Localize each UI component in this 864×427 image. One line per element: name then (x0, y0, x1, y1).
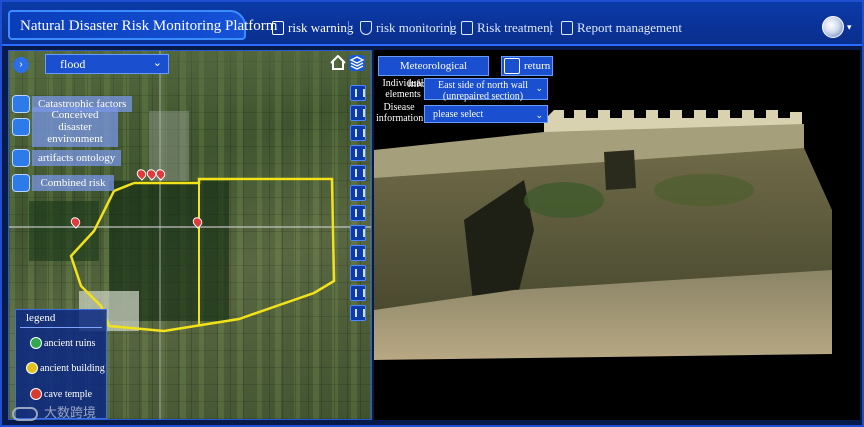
page-title: Natural Disaster Risk Monitoring Platfor… (20, 18, 278, 34)
watermark: 大数跨境 (12, 402, 96, 421)
bar-chart-icon[interactable] (350, 205, 366, 221)
user-avatar-icon[interactable] (822, 16, 844, 38)
top-header: Natural Disaster Risk Monitoring Platfor… (2, 2, 862, 46)
filter-icon[interactable] (350, 125, 366, 141)
ruler-icon[interactable] (350, 85, 366, 101)
hazard-select-value: flood (60, 57, 86, 71)
hazard-type-select[interactable]: flood ⌄ (45, 54, 169, 74)
panel-toggle-icon[interactable]: › (13, 57, 29, 73)
disease-information-select[interactable]: please select ⌄ (424, 105, 548, 123)
home-icon[interactable] (330, 55, 346, 70)
ontology-icon (12, 149, 30, 167)
nav-divider (550, 21, 551, 35)
ancient-building-icon (26, 362, 38, 374)
phone-warning-icon (272, 21, 284, 35)
layers-icon[interactable] (349, 55, 365, 71)
chevron-down-icon: ⌄ (535, 110, 543, 120)
legend-label: ancient building (40, 362, 105, 374)
grid-dots-icon[interactable] (350, 225, 366, 241)
model-viewer[interactable]: Meteorological information return Indivi… (374, 50, 860, 420)
legend-label: cave temple (44, 388, 93, 400)
chevron-down-icon: ⌄ (535, 83, 543, 93)
ancient-ruins-icon (30, 337, 42, 349)
tab-risk-monitoring[interactable]: risk monitoring (360, 18, 457, 38)
chevron-down-icon[interactable]: ▾ (847, 22, 852, 33)
legend-item-ancient-building: ancient building (26, 362, 105, 374)
disease-information-value: please select (433, 109, 484, 120)
shield-check-icon (360, 21, 372, 35)
nav-divider (348, 21, 349, 35)
environment-icon (12, 118, 30, 136)
individual-elements-value: East side of north wall (unrepaired sect… (438, 80, 528, 102)
document-icon (561, 21, 573, 35)
individual-elements-select[interactable]: East side of north wall (unrepaired sect… (424, 78, 548, 102)
artifacts-ontology-button[interactable]: artifacts ontology (12, 148, 122, 168)
side-button-label: artifacts ontology (32, 150, 122, 166)
title-banner: Natural Disaster Risk Monitoring Platfor… (8, 10, 277, 40)
tab-risk-warning[interactable]: risk warning (272, 18, 353, 38)
person-chart-icon[interactable] (350, 305, 366, 321)
legend-divider (20, 327, 102, 328)
individual-elements-label: Individual elements (382, 78, 424, 100)
return-button[interactable]: return (501, 56, 553, 76)
return-icon (504, 58, 520, 74)
nav-divider (450, 21, 451, 35)
wall-3d-model[interactable] (374, 110, 860, 360)
return-label: return (524, 60, 551, 72)
tab-risk-treatment[interactable]: Risk treatment (461, 18, 553, 38)
factors-icon (12, 95, 30, 113)
tab-report-management[interactable]: Report management (561, 18, 682, 38)
bar-chart-icon[interactable] (350, 165, 366, 181)
legend-item-ancient-ruins: ancient ruins (30, 337, 95, 349)
measure-icon[interactable] (350, 105, 366, 121)
watermark-text: 大数跨境 (44, 406, 97, 421)
tab-label: Risk treatment (477, 20, 554, 35)
close-icon[interactable] (350, 245, 366, 261)
clipboard-icon (461, 21, 473, 35)
meteorological-info-button[interactable]: Meteorological information (378, 56, 489, 90)
legend-label: ancient ruins (44, 337, 96, 349)
app-window: Natural Disaster Risk Monitoring Platfor… (0, 0, 864, 427)
tab-label: Report management (577, 20, 683, 35)
cave-temple-icon (30, 388, 42, 400)
person-icon[interactable] (350, 145, 366, 161)
tab-label: risk monitoring (376, 20, 457, 35)
legend-title: legend (26, 312, 56, 324)
side-button-label: Combined risk (32, 175, 114, 191)
disease-information-label: Disease information (376, 102, 424, 124)
watermark-logo-icon (12, 406, 38, 421)
chevron-down-icon: ⌄ (152, 57, 162, 69)
compass-icon[interactable] (350, 285, 366, 301)
legend-item-cave-temple: cave temple (30, 388, 92, 400)
combined-risk-icon (12, 174, 30, 192)
map-toolbar (350, 85, 366, 325)
disaster-environment-button[interactable]: Conceived disaster environment (12, 107, 118, 147)
side-button-label: Conceived disaster environment (32, 107, 118, 147)
tab-label: risk warning (288, 20, 354, 35)
combined-risk-button[interactable]: Combined risk (12, 173, 114, 193)
satellite-map[interactable]: › flood ⌄ Catastrophic factors Conceived… (8, 50, 372, 420)
bar-chart-icon[interactable] (350, 185, 366, 201)
sigma-icon[interactable] (350, 265, 366, 281)
